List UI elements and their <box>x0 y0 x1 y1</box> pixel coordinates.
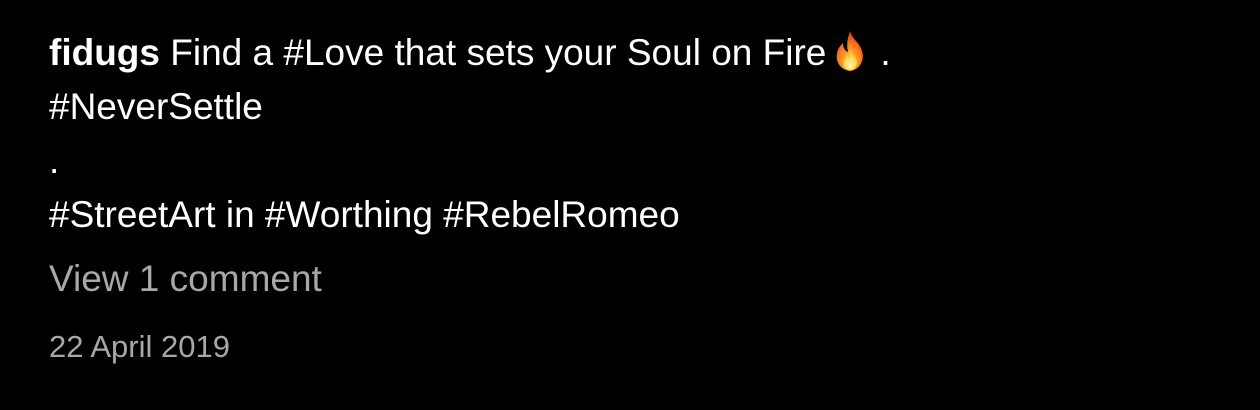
caption-line-4: #StreetArt in #Worthing #RebelRomeo <box>49 194 680 235</box>
post-date: 22 April 2019 <box>49 329 230 364</box>
view-comments-link[interactable]: View 1 comment <box>49 252 1260 306</box>
fire-icon <box>828 29 872 73</box>
caption-period: . <box>880 32 891 73</box>
caption-line-2: #NeverSettle <box>49 86 263 127</box>
username-link[interactable]: fidugs <box>49 32 160 73</box>
caption-line-1: fidugs Find a #Love that sets your Soul … <box>49 26 1260 80</box>
caption-text: Find a #Love that sets your Soul on Fire <box>170 32 827 73</box>
caption-line-3: . <box>49 140 60 181</box>
post-caption-section: fidugs Find a #Love that sets your Soul … <box>0 0 1260 410</box>
